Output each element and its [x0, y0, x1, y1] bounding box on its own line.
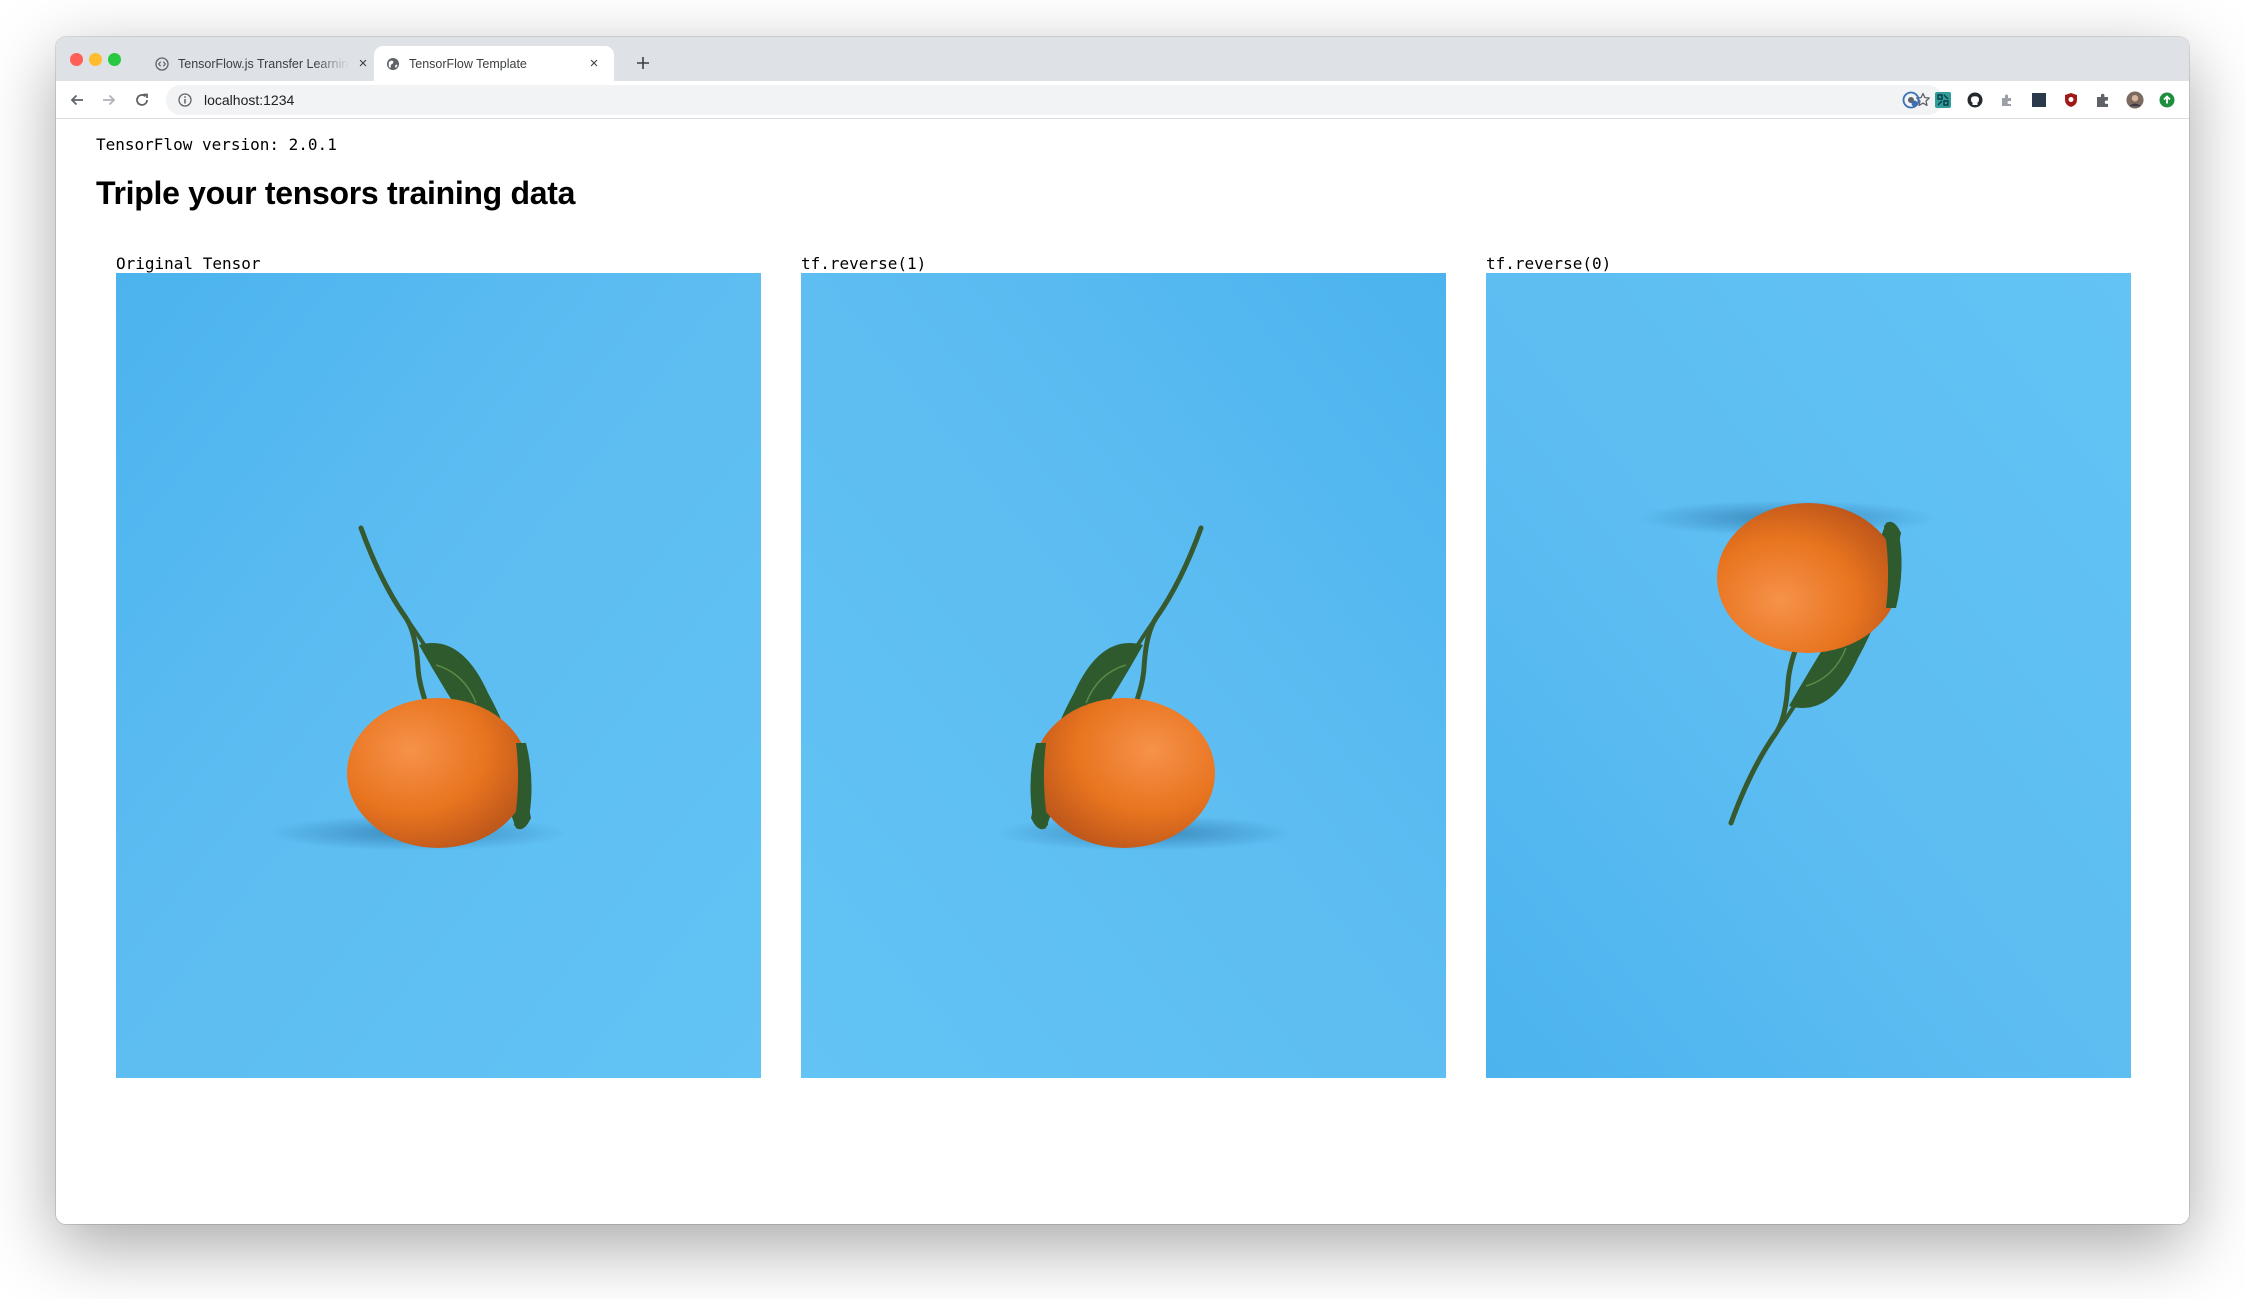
- page-content: TensorFlow version: 2.0.1 Triple your te…: [56, 119, 2189, 1224]
- reload-icon: [136, 93, 148, 106]
- panel-caption: tf.reverse(1): [801, 254, 927, 273]
- page-title: Triple your tensors training data: [96, 175, 576, 211]
- back-button[interactable]: [65, 88, 89, 112]
- orange-vertical-flip-image: [1486, 273, 2131, 1078]
- account-circle-icon[interactable]: [1902, 91, 1920, 109]
- panel-reverse-0: tf.reverse(0): [1486, 255, 2131, 1078]
- square-dark-icon[interactable]: [2030, 91, 2048, 109]
- github-icon[interactable]: [1966, 91, 1984, 109]
- url-text: localhost:1234: [204, 92, 295, 108]
- browser-window: TensorFlow.js Transfer Learning × Tensor…: [56, 37, 2189, 1224]
- update-icon[interactable]: [2158, 91, 2176, 109]
- new-tab-button[interactable]: [630, 50, 656, 76]
- browser-toolbar: localhost:1234: [56, 81, 2189, 119]
- zoom-window-button[interactable]: [108, 53, 121, 66]
- qr-icon[interactable]: [1934, 91, 1952, 109]
- panel-original: Original Tensor: [116, 255, 761, 1078]
- close-tab-icon[interactable]: ×: [355, 56, 371, 72]
- shield-red-icon[interactable]: [2062, 91, 2080, 109]
- orange-horizontal-flip-image: [801, 273, 1446, 1078]
- tab-title: TensorFlow Template: [409, 56, 527, 71]
- close-tab-icon[interactable]: ×: [586, 56, 602, 72]
- reload-button[interactable]: [130, 88, 154, 112]
- minimize-window-button[interactable]: [89, 53, 102, 66]
- info-icon[interactable]: [178, 93, 192, 107]
- tab-strip: TensorFlow.js Transfer Learning × Tensor…: [56, 37, 2189, 81]
- tab-tensorflow-template[interactable]: TensorFlow Template ×: [374, 46, 614, 81]
- profile-avatar-icon[interactable]: [2126, 91, 2144, 109]
- arrow-right-icon: [103, 94, 116, 106]
- plus-icon: [637, 57, 649, 69]
- panel-reverse-1: tf.reverse(1): [801, 255, 1446, 1078]
- code-icon: [155, 56, 169, 71]
- extensions-puzzle-icon[interactable]: [2094, 91, 2112, 109]
- tab-tensorflow-transfer-learning[interactable]: TensorFlow.js Transfer Learning ×: [143, 46, 383, 81]
- forward-button[interactable]: [97, 88, 121, 112]
- tab-title: TensorFlow.js Transfer Learning: [178, 56, 349, 71]
- puzzle-gray-icon[interactable]: [1998, 91, 2016, 109]
- orange-original-image: [116, 273, 761, 1078]
- arrow-left-icon: [70, 94, 83, 106]
- close-window-button[interactable]: [70, 53, 83, 66]
- panel-caption: tf.reverse(0): [1486, 254, 1612, 273]
- address-bar[interactable]: localhost:1234: [166, 85, 1943, 115]
- panel-caption: Original Tensor: [116, 254, 261, 273]
- globe-icon: [386, 57, 400, 71]
- tensorflow-version: TensorFlow version: 2.0.1: [96, 135, 337, 154]
